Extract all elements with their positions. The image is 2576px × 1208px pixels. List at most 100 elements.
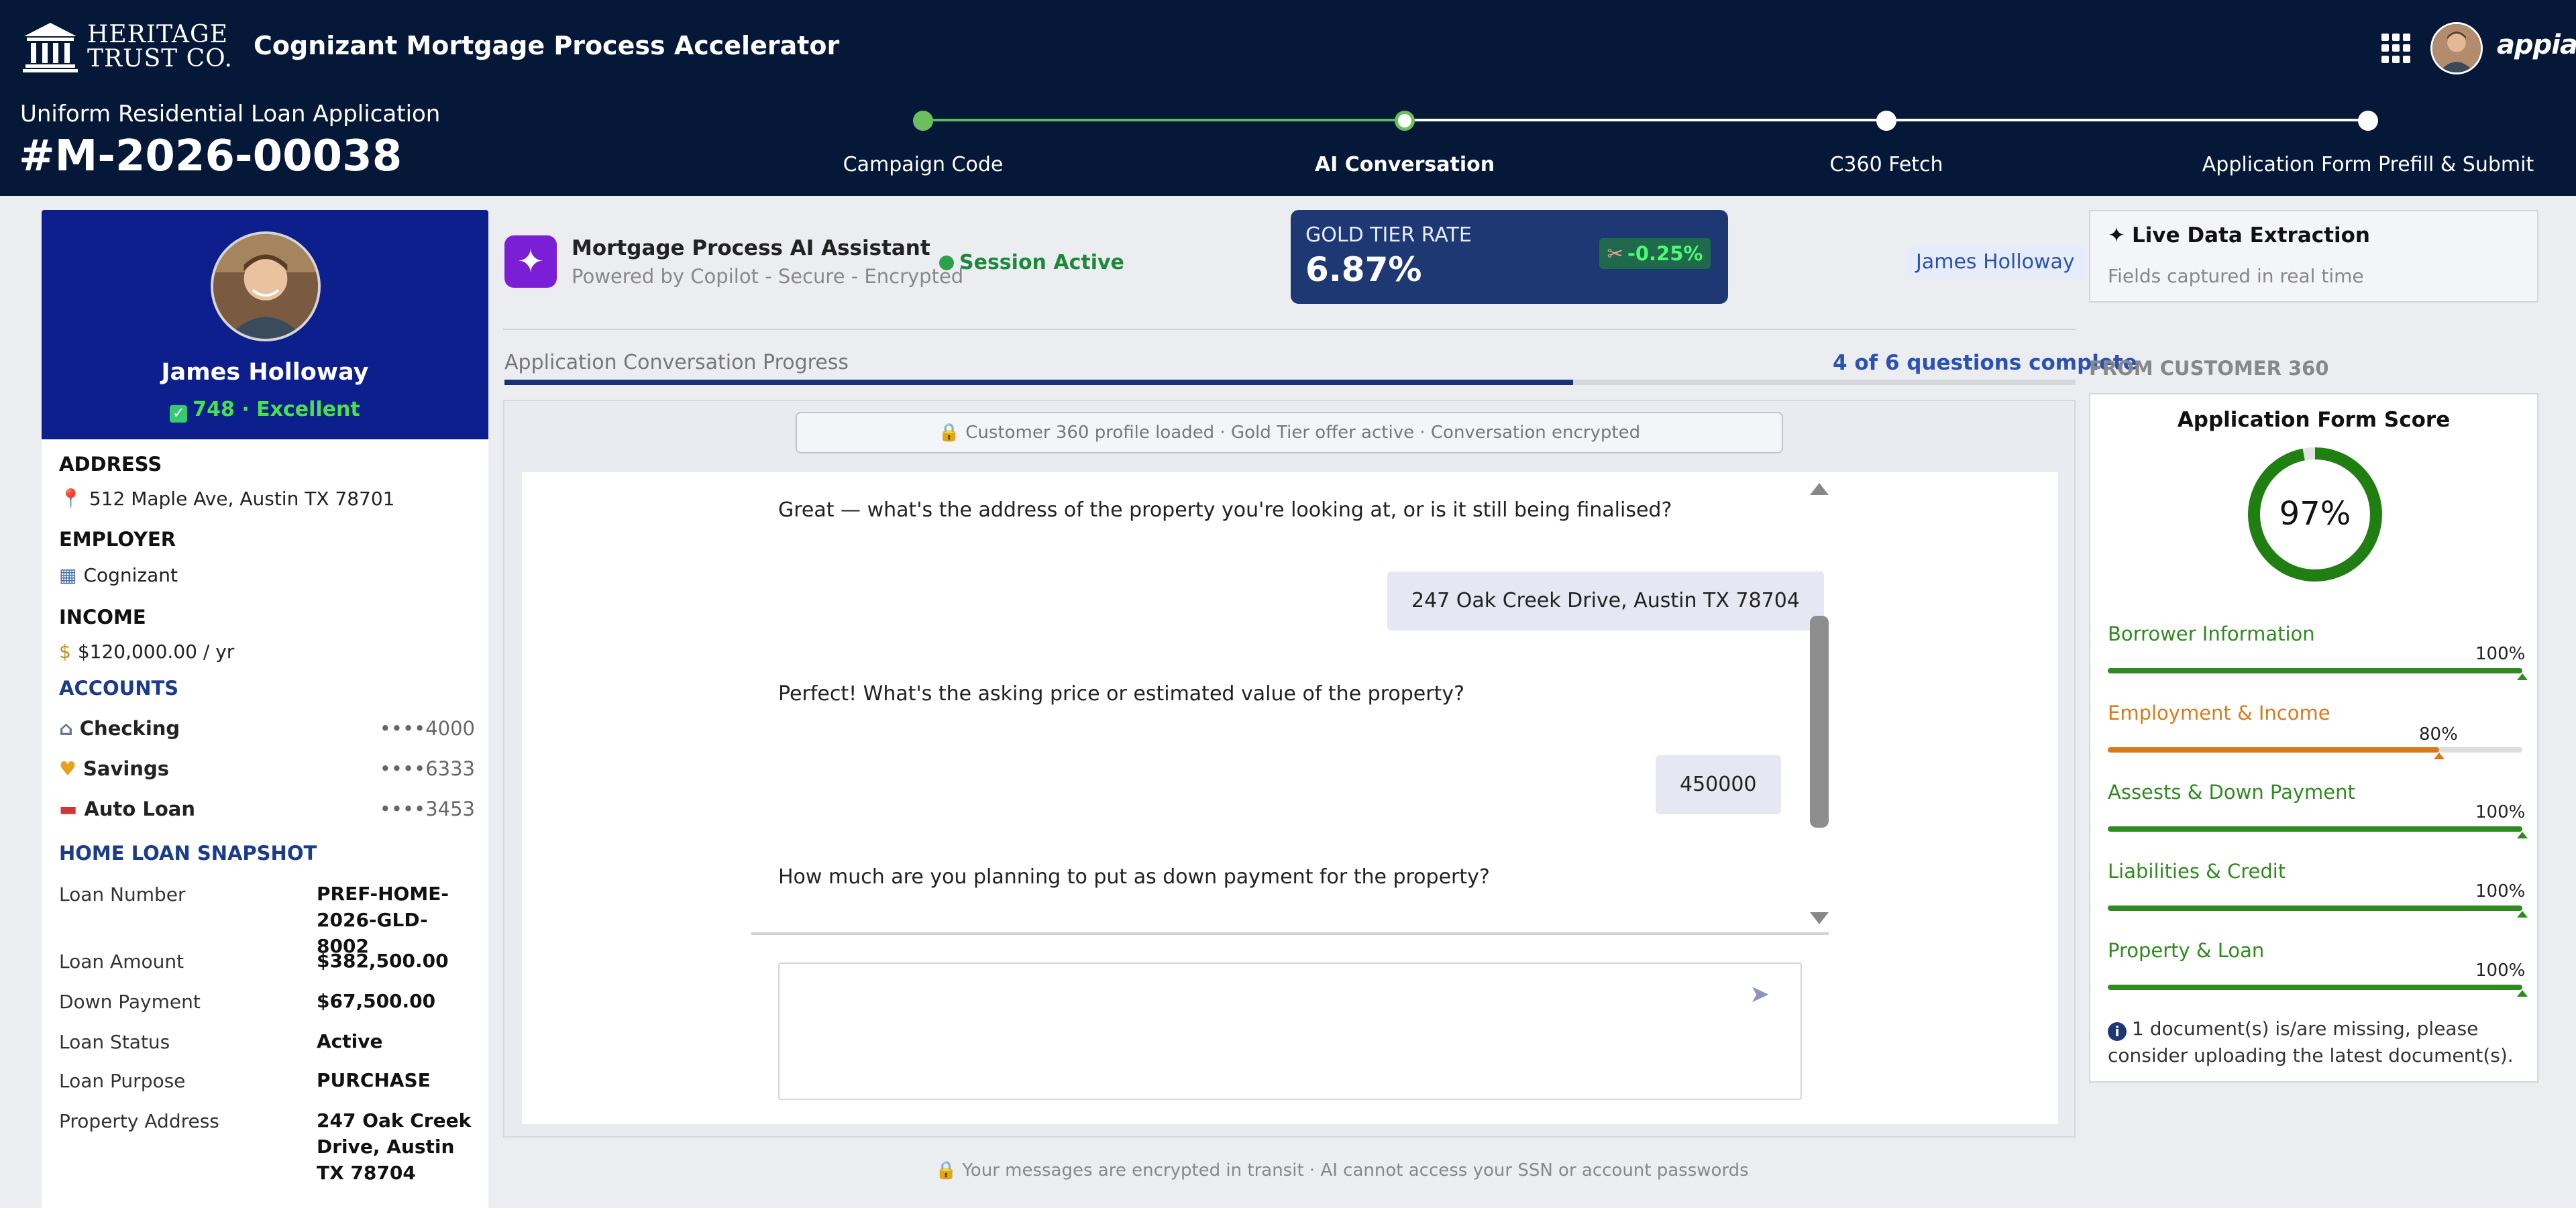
section-percent: 80% <box>2419 724 2458 745</box>
progress-fill <box>504 380 1573 385</box>
customer-profile-card: James Holloway ✓ 748 · Excellent <box>42 210 488 439</box>
live-extraction-title: ✦ Live Data Extraction <box>2108 223 2370 248</box>
user-avatar[interactable] <box>2430 22 2483 74</box>
section-progress-track <box>2108 668 2528 680</box>
encryption-footer: 🔒 Your messages are encrypted in transit … <box>935 1160 1749 1180</box>
snapshot-key-loan-status: Loan Status <box>59 1031 170 1053</box>
application-id: #M-2026-00038 <box>19 131 402 181</box>
app-header: HERITAGE TRUST CO. Cognizant Mortgage Pr… <box>0 0 2576 196</box>
snapshot-value-property-address: 247 Oak Creek Drive, Austin TX 78704 <box>317 1109 472 1184</box>
process-stepper <box>913 111 2378 131</box>
snapshot-value-loan-amount: $382,500.00 <box>317 950 449 972</box>
account-mask: ••••3453 <box>379 798 475 820</box>
step-label-ai-conversation[interactable]: AI Conversation <box>1315 153 1495 176</box>
chat-separator <box>751 932 1829 935</box>
scroll-down-arrow-icon[interactable] <box>1810 912 1829 924</box>
section-marker-icon <box>2517 832 2528 838</box>
section-liabilities-credit[interactable]: Liabilities & Credit <box>2108 860 2286 883</box>
scroll-up-arrow-icon[interactable] <box>1810 483 1829 495</box>
rate-value: 6.87% <box>1305 250 1422 289</box>
bank-building-icon <box>23 23 78 72</box>
pin-icon: 📍 <box>59 488 83 510</box>
customer-details: ADDRESS 📍 512 Maple Ave, Austin TX 78701 … <box>42 439 488 1208</box>
account-name-text: Auto Loan <box>84 798 195 820</box>
application-form-score-card: Application Form Score 97% Borrower Info… <box>2089 393 2538 1083</box>
section-borrower-information[interactable]: Borrower Information <box>2108 622 2315 645</box>
account-name: ▬ Auto Loan <box>59 798 195 820</box>
section-property-loan[interactable]: Property & Loan <box>2108 939 2264 962</box>
encryption-footer-text: Your messages are encrypted in transit ·… <box>962 1160 1749 1180</box>
status-dot-icon <box>939 256 954 270</box>
user-message: 247 Oak Creek Drive, Austin TX 78704 <box>1387 571 1824 630</box>
send-icon[interactable]: ➤ <box>1750 981 1770 1008</box>
assistant-title: Mortgage Process AI Assistant <box>572 236 930 260</box>
step-label-c360-fetch[interactable]: C360 Fetch <box>1829 153 1943 176</box>
message-input[interactable] <box>778 963 1802 1100</box>
session-status: Session Active <box>939 251 1124 274</box>
gold-tier-rate-card: GOLD TIER RATE 6.87% ✂ -0.25% <box>1291 210 1728 304</box>
brand-line-2: TRUST CO. <box>87 45 233 72</box>
user-message: 450000 <box>1656 755 1781 814</box>
step-label-form-prefill[interactable]: Application Form Prefill & Submit <box>2202 153 2534 176</box>
user-name-pill[interactable]: James Holloway <box>1905 245 2086 279</box>
session-status-text: Session Active <box>959 251 1124 274</box>
bot-message: Perfect! What's the asking price or esti… <box>778 682 1465 706</box>
section-progress-fill <box>2108 668 2522 673</box>
snapshot-key-loan-amount: Loan Amount <box>59 950 184 973</box>
chat-scrollbar-thumb[interactable] <box>1810 616 1829 828</box>
snapshot-key-property-address: Property Address <box>59 1110 219 1132</box>
bot-message: Great — what's the address of the proper… <box>778 498 1672 522</box>
account-row-auto-loan[interactable]: ▬ Auto Loan ••••3453 <box>59 798 475 820</box>
heart-icon: ♥ <box>59 757 76 780</box>
section-progress-fill <box>2108 985 2522 990</box>
secure-banner: 🔒 Customer 360 profile loaded · Gold Tier… <box>796 412 1783 453</box>
money-bag-icon: $ <box>59 641 71 663</box>
address-text: 512 Maple Ave, Austin TX 78701 <box>89 488 395 510</box>
brand-name: HERITAGE TRUST CO. <box>87 23 233 71</box>
step-dot-campaign-code[interactable] <box>913 111 933 131</box>
section-progress-track <box>2108 985 2528 997</box>
accounts-label: ACCOUNTS <box>59 677 179 700</box>
account-row-checking[interactable]: ⌂ Checking ••••4000 <box>59 717 475 740</box>
employer-label: EMPLOYER <box>59 528 176 551</box>
app-title: Cognizant Mortgage Process Accelerator <box>254 31 840 60</box>
user-avatar-image <box>2432 24 2481 72</box>
account-row-savings[interactable]: ♥ Savings ••••6333 <box>59 757 475 780</box>
progress-track <box>504 380 2076 385</box>
employer-text: Cognizant <box>83 564 178 586</box>
section-marker-icon <box>2517 673 2528 680</box>
secure-banner-text: Customer 360 profile loaded · Gold Tier … <box>965 423 1641 443</box>
live-extraction-title-text: Live Data Extraction <box>2131 223 2370 248</box>
snapshot-value-loan-purpose: PURCHASE <box>317 1069 431 1091</box>
step-dot-form-prefill[interactable] <box>2358 111 2378 131</box>
app-launcher-grid-icon[interactable] <box>2381 34 2411 63</box>
missing-document-text: 1 document(s) is/are missing, please con… <box>2108 1018 2514 1066</box>
customer-360-label: FROM CUSTOMER 360 <box>2089 357 2329 380</box>
assistant-subtitle: Powered by Copilot - Secure - Encrypted <box>572 265 964 288</box>
section-progress-track <box>2108 905 2528 918</box>
info-icon: i <box>2108 1022 2127 1041</box>
divider <box>503 329 2076 330</box>
step-dot-c360-fetch[interactable] <box>1876 111 1896 131</box>
section-percent: 100% <box>2475 644 2526 664</box>
section-percent: 100% <box>2475 881 2526 901</box>
snapshot-key-loan-purpose: Loan Purpose <box>59 1070 186 1092</box>
account-name-text: Savings <box>83 757 169 780</box>
stepper-line-3 <box>1886 119 2368 121</box>
income-value: $ $120,000.00 / yr <box>59 641 234 663</box>
brand-logo[interactable]: HERITAGE TRUST CO. <box>23 21 233 72</box>
step-dot-ai-conversation[interactable] <box>1395 111 1415 131</box>
check-icon: ✓ <box>170 405 188 423</box>
customer-photo <box>211 231 321 341</box>
step-label-campaign-code[interactable]: Campaign Code <box>843 153 1004 176</box>
appian-logo: appian <box>2497 30 2576 60</box>
account-name: ⌂ Checking <box>59 717 180 740</box>
section-progress-track <box>2108 826 2528 838</box>
section-marker-icon <box>2517 911 2528 918</box>
section-marker-icon <box>2434 753 2445 759</box>
section-assets-down-payment[interactable]: Assests & Down Payment <box>2108 781 2355 804</box>
home-loan-snapshot-label: HOME LOAN SNAPSHOT <box>59 842 317 865</box>
bank-icon: ⌂ <box>59 717 73 740</box>
snapshot-key-down-payment: Down Payment <box>59 991 201 1013</box>
section-employment-income[interactable]: Employment & Income <box>2108 702 2330 724</box>
